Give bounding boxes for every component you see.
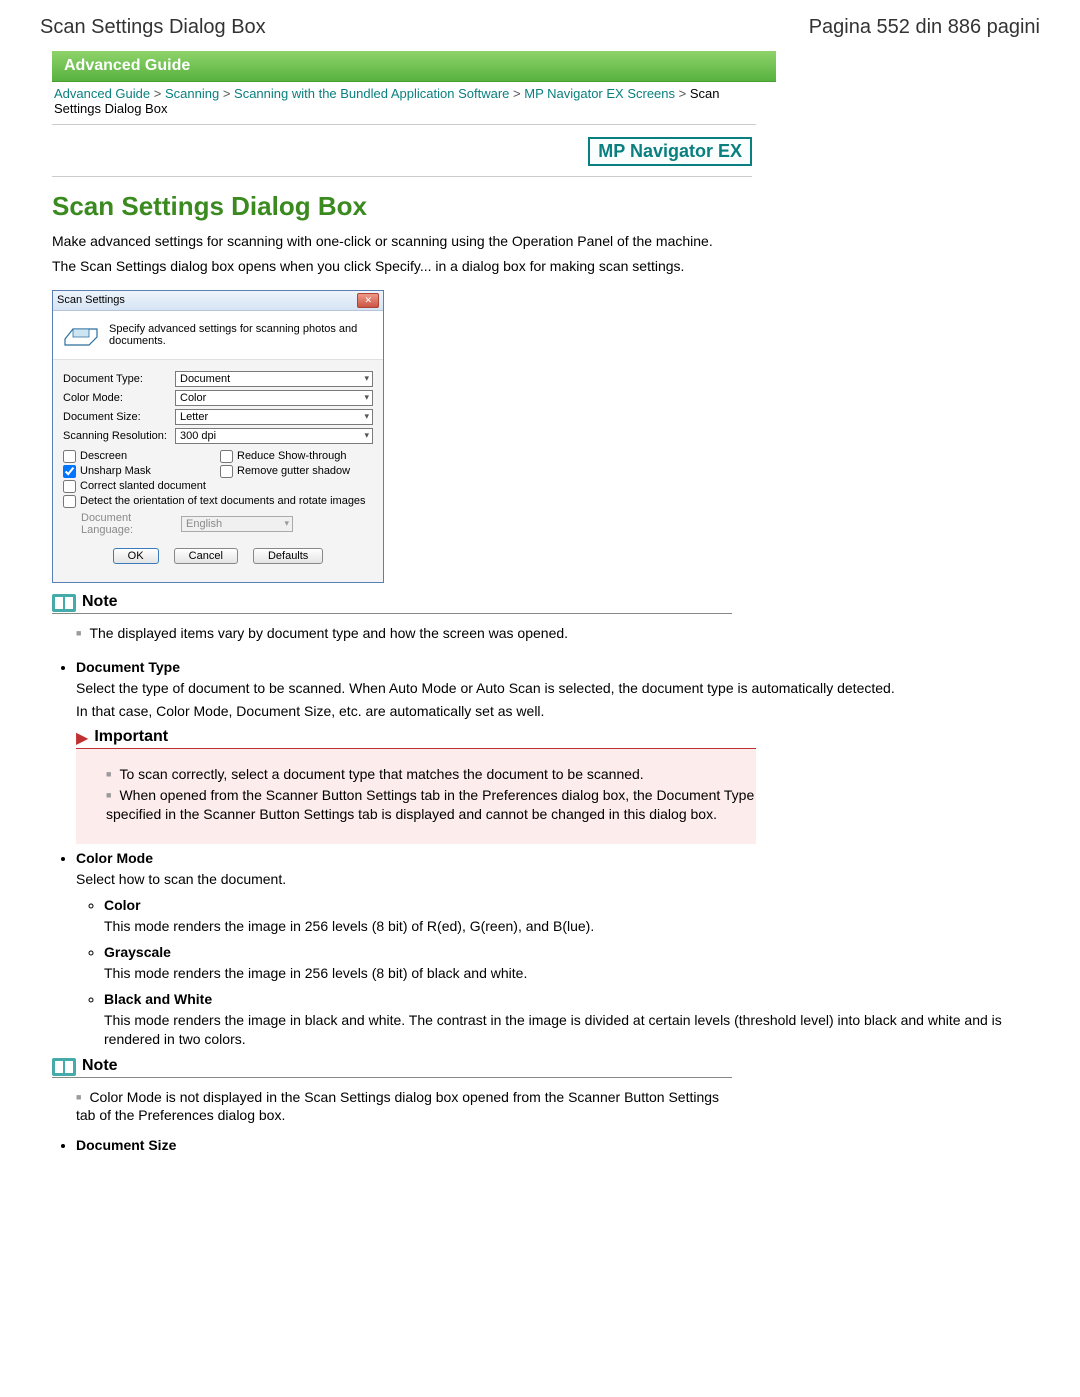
important-item: When opened from the Scanner Button Sett… — [106, 786, 762, 824]
color-mode-select[interactable]: Color — [175, 390, 373, 406]
field-label: Document Type: — [63, 373, 175, 385]
scan-settings-dialog: Scan Settings ✕ Specify advanced setting… — [52, 290, 384, 583]
cancel-button[interactable]: Cancel — [174, 548, 238, 564]
note-item: Color Mode is not displayed in the Scan … — [76, 1088, 732, 1126]
field-label: Scanning Resolution: — [63, 430, 175, 442]
page-title: Scan Settings Dialog Box — [40, 16, 266, 39]
note-heading: Note — [52, 1057, 732, 1078]
subitem-text: This mode renders the image in 256 level… — [104, 964, 1040, 983]
page-counter: Pagina 552 din 886 pagini — [809, 16, 1040, 39]
note-item: The displayed items vary by document typ… — [76, 624, 732, 643]
field-label: Document Size: — [63, 411, 175, 423]
breadcrumb-sep: > — [679, 86, 687, 101]
subitem-title: Color — [104, 897, 141, 913]
section-title: Color Mode — [76, 850, 153, 866]
note-heading: Note — [52, 593, 732, 614]
breadcrumb-sep: > — [223, 86, 231, 101]
section-title: Document Type — [76, 659, 180, 675]
breadcrumb-sep: > — [513, 86, 521, 101]
defaults-button[interactable]: Defaults — [253, 548, 323, 564]
correct-slanted-checkbox[interactable]: Correct slanted document — [63, 480, 373, 493]
subitem-title: Grayscale — [104, 944, 171, 960]
divider — [52, 176, 752, 177]
breadcrumb-sep: > — [154, 86, 162, 101]
reduce-showthrough-checkbox[interactable]: Reduce Show-through — [220, 450, 373, 463]
breadcrumb: Advanced Guide > Scanning > Scanning wit… — [52, 82, 756, 125]
remove-gutter-checkbox[interactable]: Remove gutter shadow — [220, 465, 373, 478]
breadcrumb-link[interactable]: MP Navigator EX Screens — [524, 86, 675, 101]
section-text: Select the type of document to be scanne… — [76, 679, 1040, 698]
subitem-text: This mode renders the image in 256 level… — [104, 917, 1040, 936]
note-icon — [52, 594, 76, 612]
field-label-disabled: Document Language: — [81, 512, 181, 536]
important-heading: ▶ Important — [76, 728, 756, 749]
scanner-icon — [63, 323, 99, 347]
ok-button[interactable]: OK — [113, 548, 159, 564]
field-label: Color Mode: — [63, 392, 175, 404]
breadcrumb-link[interactable]: Scanning with the Bundled Application So… — [234, 86, 509, 101]
detect-orientation-checkbox[interactable]: Detect the orientation of text documents… — [63, 495, 373, 508]
section-text: In that case, Color Mode, Document Size,… — [76, 702, 1040, 721]
subitem-title: Black and White — [104, 991, 212, 1007]
subitem-text: This mode renders the image in black and… — [104, 1011, 1040, 1049]
section-text: Select how to scan the document. — [76, 870, 1040, 889]
document-size-select[interactable]: Letter — [175, 409, 373, 425]
main-heading: Scan Settings Dialog Box — [52, 191, 1040, 222]
breadcrumb-link[interactable]: Advanced Guide — [54, 86, 150, 101]
advanced-guide-bar: Advanced Guide — [52, 51, 776, 82]
important-item: To scan correctly, select a document typ… — [106, 765, 762, 784]
mp-navigator-badge: MP Navigator EX — [588, 137, 752, 166]
dialog-title: Scan Settings — [57, 294, 125, 306]
note-icon — [52, 1058, 76, 1076]
important-icon: ▶ — [76, 728, 88, 748]
descreen-checkbox[interactable]: Descreen — [63, 450, 216, 463]
document-language-select: English — [181, 516, 293, 532]
document-type-select[interactable]: Document — [175, 371, 373, 387]
dialog-subtitle: Specify advanced settings for scanning p… — [109, 323, 373, 347]
resolution-select[interactable]: 300 dpi — [175, 428, 373, 444]
breadcrumb-link[interactable]: Scanning — [165, 86, 219, 101]
intro-text: Make advanced settings for scanning with… — [52, 232, 1040, 251]
unsharp-mask-checkbox[interactable]: Unsharp Mask — [63, 465, 216, 478]
intro-text: The Scan Settings dialog box opens when … — [52, 257, 1040, 276]
section-title: Document Size — [76, 1137, 176, 1153]
close-icon[interactable]: ✕ — [357, 293, 379, 308]
